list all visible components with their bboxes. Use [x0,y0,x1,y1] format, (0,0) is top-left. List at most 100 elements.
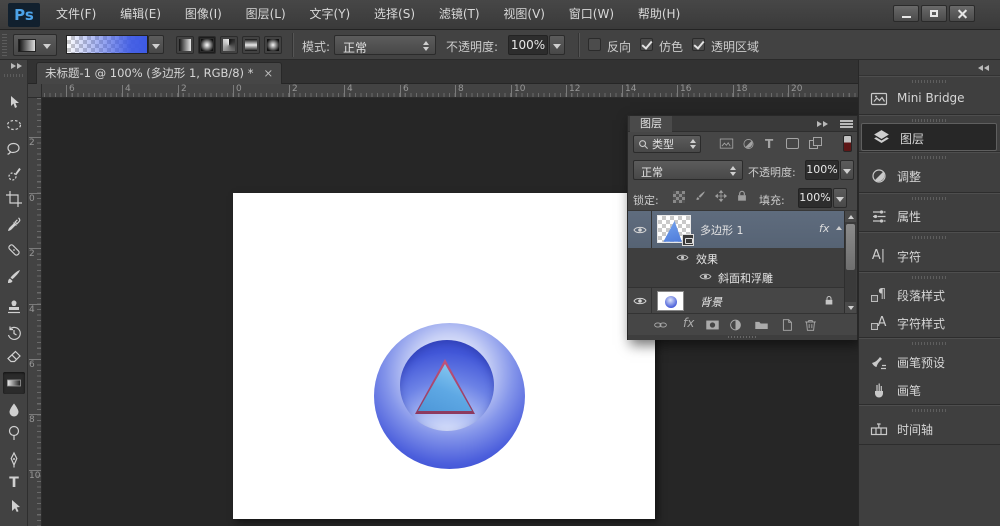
gradient-tool[interactable] [3,372,25,394]
filter-type-layers-icon[interactable]: T [765,137,780,151]
layer-name[interactable]: 背景 [700,294,722,310]
collapse-panel-icon[interactable] [817,121,829,127]
gradient-picker-arrow[interactable] [148,35,164,54]
eyedropper-tool[interactable] [3,214,25,236]
expand-dock-icon[interactable] [978,65,990,71]
dock-item-character-styles[interactable]: A 字符样式 [859,309,1000,337]
menu-type[interactable]: 文字(Y) [300,0,361,29]
fill-dropdown[interactable] [833,188,847,208]
dock-item-layers[interactable]: 图层 [861,123,997,151]
dock-grip[interactable] [912,197,948,200]
layer-thumbnail[interactable] [657,215,691,243]
dock-item-properties[interactable]: 属性 [859,202,1000,230]
layer-thumbnail[interactable] [657,291,684,311]
add-layer-mask-icon[interactable] [704,317,721,333]
dither-checkbox[interactable] [640,38,653,51]
layer-blend-mode-select[interactable]: 正常 [633,160,743,180]
lasso-tool[interactable] [3,139,25,161]
dock-grip[interactable] [912,80,948,83]
reverse-checkbox[interactable] [588,38,601,51]
clone-stamp-tool[interactable] [3,297,25,319]
bevel-emboss-row[interactable]: 斜面和浮雕 [628,267,845,286]
history-brush-tool[interactable] [3,322,25,344]
close-button[interactable] [949,5,975,22]
dock-item-brush[interactable]: 画笔 [859,376,1000,404]
layer-name[interactable]: 多边形 1 [700,222,744,238]
layer-row-background[interactable]: 背景 [628,287,845,313]
eye-icon[interactable] [699,272,712,281]
quick-selection-tool[interactable] [3,163,25,185]
healing-brush-tool[interactable] [3,239,25,261]
lock-position-icon[interactable] [714,189,728,203]
tool-preset-picker[interactable] [13,34,57,56]
filter-pixel-layers-icon[interactable] [719,137,734,151]
delete-layer-icon[interactable] [802,317,819,333]
lock-all-icon[interactable] [735,189,749,203]
layers-scrollbar[interactable] [844,211,856,313]
options-grip[interactable] [2,34,7,56]
layers-tab[interactable]: 图层 [630,116,672,132]
dock-item-character[interactable]: A| 字符 [859,242,1000,270]
filter-type-select[interactable]: 类型 [633,135,701,153]
menu-layer[interactable]: 图层(L) [236,0,296,29]
layer-opacity-input[interactable]: 100% [805,160,839,180]
type-tool[interactable]: T [3,472,25,494]
layer-visibility-toggle[interactable] [628,211,652,248]
blur-tool[interactable] [3,399,25,421]
layer-opacity-dropdown[interactable] [840,160,854,180]
blend-mode-select[interactable]: 正常 [334,35,436,55]
marquee-tool[interactable] [3,114,25,136]
filter-shape-layers-icon[interactable] [786,138,799,149]
panel-resize-handle[interactable] [628,335,857,340]
maximize-button[interactable] [921,5,947,22]
menu-image[interactable]: 图像(I) [175,0,232,29]
scroll-up-button[interactable] [845,211,856,222]
lock-transparency-icon[interactable] [673,191,685,203]
menu-window[interactable]: 窗口(W) [559,0,624,29]
horizontal-ruler[interactable]: 6 4 2 0 2 4 6 8 10 12 14 16 18 20 [42,84,858,98]
angle-gradient-button[interactable] [220,36,238,54]
vertical-ruler[interactable]: 2 0 2 4 6 8 10 [28,98,42,526]
dock-item-timeline[interactable]: 时间轴 [859,415,1000,443]
tab-close-icon[interactable]: × [263,66,273,80]
menu-edit[interactable]: 编辑(E) [110,0,171,29]
dock-item-mini-bridge[interactable]: Mini Bridge [859,85,1000,113]
linear-gradient-button[interactable] [176,36,194,54]
radial-gradient-button[interactable] [198,36,216,54]
layer-visibility-toggle[interactable] [628,288,652,313]
dock-grip[interactable] [912,236,948,239]
layer-row-polygon1[interactable]: 多边形 1 fx [628,211,845,248]
collapse-tools-icon[interactable] [11,63,23,69]
opacity-input[interactable]: 100% [508,35,548,55]
layers-panel-header[interactable]: 图层 [628,116,857,132]
transparency-checkbox[interactable] [692,38,705,51]
gradient-preview[interactable] [66,35,148,54]
filter-toggle-switch[interactable] [843,135,852,152]
eraser-tool[interactable] [3,346,25,368]
new-adjustment-layer-icon[interactable] [727,317,744,333]
dock-item-paragraph-styles[interactable]: ¶ 段落样式 [859,281,1000,309]
ruler-corner[interactable] [28,84,42,98]
dock-item-brush-presets[interactable]: 画笔预设 [859,348,1000,376]
add-layer-style-icon[interactable]: fx [683,316,700,332]
eye-icon[interactable] [676,253,689,262]
filter-adjustment-layers-icon[interactable] [741,137,756,151]
menu-file[interactable]: 文件(F) [46,0,106,29]
dock-grip[interactable] [912,342,948,345]
menu-filter[interactable]: 滤镜(T) [429,0,490,29]
minimize-button[interactable] [893,5,919,22]
document-canvas[interactable] [233,193,655,519]
dodge-tool[interactable] [3,422,25,444]
menu-select[interactable]: 选择(S) [364,0,425,29]
opacity-dropdown[interactable] [549,35,565,55]
link-layers-icon[interactable] [652,317,669,333]
collapse-effects-icon[interactable] [836,226,842,230]
diamond-gradient-button[interactable] [264,36,282,54]
scroll-down-button[interactable] [845,302,856,313]
menu-help[interactable]: 帮助(H) [628,0,690,29]
new-layer-icon[interactable] [778,317,795,333]
dock-item-adjustments[interactable]: 调整 [859,162,1000,190]
crop-tool[interactable] [3,188,25,210]
dock-grip[interactable] [912,156,948,159]
dock-grip[interactable] [912,276,948,279]
